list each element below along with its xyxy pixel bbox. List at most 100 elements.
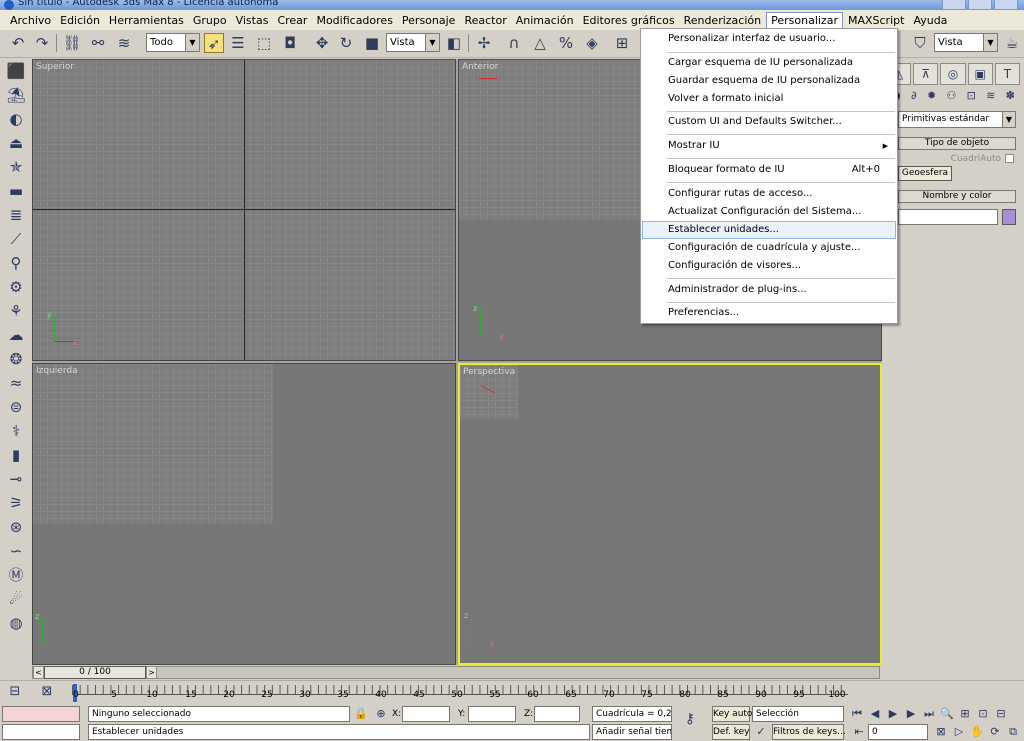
menu-item-plugin-manager[interactable]: Administrador de plug-ins... (642, 281, 896, 299)
key-mode-dropdown[interactable]: Selección (752, 706, 844, 722)
unlink-icon[interactable]: ⚯ (88, 33, 108, 53)
menu-item-cuadricula-ajuste[interactable]: Configuración de cuadrícula y ajuste... (642, 239, 896, 257)
menu-archivo[interactable]: Archivo (6, 13, 55, 28)
selection-filter-dropdown[interactable]: Todo ▼ (146, 33, 200, 52)
time-slider-prev-button[interactable]: < (33, 666, 44, 679)
reactor-export-icon[interactable]: Ⓜ (0, 563, 32, 587)
scale-icon[interactable]: ■ (362, 33, 382, 53)
time-slider-next-button[interactable]: > (146, 666, 157, 679)
menu-grupo[interactable]: Grupo (189, 13, 231, 28)
zoom-icon[interactable]: 🔍 (940, 707, 954, 721)
tab-modify-icon[interactable]: ⊼ (913, 63, 939, 85)
menu-item-configuracion-visores[interactable]: Configuración de visores... (642, 257, 896, 275)
auto-key-button[interactable]: Key auto (712, 706, 752, 722)
lock-icon[interactable]: 🔒 (354, 707, 368, 721)
viewport-top[interactable]: Superior y x (32, 59, 456, 361)
systems-icon[interactable]: ✽ (1006, 89, 1015, 107)
menu-item-guardar-esquema[interactable]: Guardar esquema de IU personalizada (642, 72, 896, 90)
mini-curve-editor-icon[interactable]: ⊟ (6, 683, 24, 701)
key-mode-toggle-icon[interactable]: ⇤ (852, 725, 866, 739)
maxscript-listener-input[interactable] (2, 706, 80, 722)
render-icon[interactable]: ⛉ (910, 33, 930, 53)
menu-crear[interactable]: Crear (273, 13, 311, 28)
reference-coordinate-dropdown[interactable]: Vista ▼ (386, 33, 440, 52)
reactor-rope-icon[interactable]: ≣ (0, 203, 32, 227)
tab-motion-icon[interactable]: ▣ (967, 63, 993, 85)
menu-item-custom-ui-switcher[interactable]: Custom UI and Defaults Switcher... (642, 113, 896, 131)
z-coordinate-input[interactable] (534, 706, 580, 722)
menu-item-actualizar-configuracion[interactable]: Actualizat Configuración del Sistema... (642, 203, 896, 221)
object-type-rollout-header[interactable]: Tipo de objeto (898, 137, 1016, 150)
reactor-motor-icon[interactable]: ⚕ (0, 419, 32, 443)
viewport-perspective[interactable]: Perspectiva z x (458, 363, 882, 665)
named-selection-icon[interactable]: ⊞ (612, 33, 632, 53)
maxscript-output-field[interactable] (2, 724, 80, 740)
field-of-view-icon[interactable]: ▷ (952, 725, 966, 739)
menu-herramientas[interactable]: Herramientas (105, 13, 188, 28)
viewport-label[interactable]: Perspectiva (463, 367, 515, 377)
geosphere-button[interactable]: Geoesfera (898, 166, 952, 181)
menu-item-bloquear-formato[interactable]: Bloquear formato de IU Alt+0 (642, 161, 896, 179)
undo-icon[interactable]: ↶ (8, 33, 28, 53)
absolute-mode-icon[interactable]: ⊕ (374, 707, 388, 721)
menu-item-personalizar-interfaz[interactable]: Personalizar interfaz de usuario... (642, 30, 896, 48)
reactor-constraint-icon[interactable]: ▮ (0, 443, 32, 467)
menu-ayuda[interactable]: Ayuda (909, 13, 951, 28)
rotate-icon[interactable]: ↻ (336, 33, 356, 53)
viewport-left[interactable]: Izquierda z (32, 363, 456, 665)
menu-vistas[interactable]: Vistas (232, 13, 273, 28)
move-icon[interactable]: ✥ (312, 33, 332, 53)
reactor-prismatic-icon[interactable]: ⚞ (0, 491, 32, 515)
menu-maxscript[interactable]: MAXScript (844, 13, 908, 28)
zoom-all-icon[interactable]: ⊞ (958, 707, 972, 721)
menu-item-preferencias[interactable]: Preferencias... (642, 304, 896, 322)
shapes-icon[interactable]: ∂ (911, 89, 917, 107)
tab-utilities-icon[interactable]: T (994, 63, 1021, 85)
reactor-point-icon[interactable]: ⊸ (0, 467, 32, 491)
reactor-deform-icon[interactable]: ⟋ (0, 227, 32, 251)
viewport-label[interactable]: Izquierda (36, 366, 78, 376)
reactor-plane-icon[interactable]: ⏏ (0, 131, 32, 155)
angle-snap-icon[interactable]: △ (530, 33, 550, 53)
menu-personaje[interactable]: Personaje (398, 13, 460, 28)
reactor-rigid-body-icon[interactable]: ▬ (0, 179, 32, 203)
previous-frame-icon[interactable]: ◀ (868, 707, 882, 721)
rectangular-selection-icon[interactable]: ⬚ (254, 33, 274, 53)
menu-editores-graficos[interactable]: Editores gráficos (579, 13, 679, 28)
maximize-button[interactable] (968, 0, 992, 10)
reactor-create-animation-icon[interactable]: ◍ (0, 611, 32, 635)
key-filters-button[interactable]: Filtros de keys... (772, 724, 846, 740)
reactor-cube-icon[interactable]: ⬛ (0, 59, 32, 83)
pivot-center-icon[interactable]: ◧ (444, 33, 464, 53)
minimize-button[interactable] (942, 0, 966, 10)
pan-icon[interactable]: ✋ (970, 725, 984, 739)
reactor-wind-icon[interactable]: ☁ (0, 323, 32, 347)
menu-reactor[interactable]: Reactor (460, 13, 510, 28)
go-to-start-icon[interactable]: ⏮ (850, 707, 864, 721)
cameras-icon[interactable]: ⚇ (946, 89, 956, 107)
zoom-extents-icon[interactable]: ⊡ (976, 707, 990, 721)
menu-item-establecer-unidades[interactable]: Establecer unidades... (642, 221, 896, 239)
object-name-input[interactable] (898, 209, 998, 225)
set-key-button[interactable]: Def. key (712, 724, 750, 740)
reactor-ragdoll-icon[interactable]: ⚘ (0, 299, 32, 323)
object-color-swatch[interactable] (1002, 209, 1016, 225)
go-to-end-icon[interactable]: ⏭ (922, 707, 936, 721)
play-icon[interactable]: ▶ (886, 707, 900, 721)
menu-modificadores[interactable]: Modificadores (312, 13, 396, 28)
teapot-render-icon[interactable]: ☕ (1002, 33, 1022, 53)
time-slider-track[interactable] (32, 666, 880, 679)
helpers-icon[interactable]: ⊡ (967, 89, 976, 107)
reactor-toy-car-icon[interactable]: ⊜ (0, 395, 32, 419)
select-and-manipulate-icon[interactable]: ✢ (474, 33, 494, 53)
reactor-hinge-icon[interactable]: ⚙ (0, 275, 32, 299)
reactor-spring-icon[interactable]: ✯ (0, 155, 32, 179)
tab-hierarchy-icon[interactable]: ◎ (940, 63, 966, 85)
viewport-label[interactable]: Anterior (462, 62, 498, 72)
x-coordinate-input[interactable] (402, 706, 450, 722)
snap-toggle-icon[interactable]: ∩ (504, 33, 524, 53)
autogrid-checkbox[interactable]: CuadriAuto (922, 154, 1016, 164)
select-object-icon[interactable]: ➶ (204, 33, 224, 53)
reactor-sphere-icon[interactable]: ◐ (0, 107, 32, 131)
reactor-property-icon[interactable]: ☄ (0, 587, 32, 611)
